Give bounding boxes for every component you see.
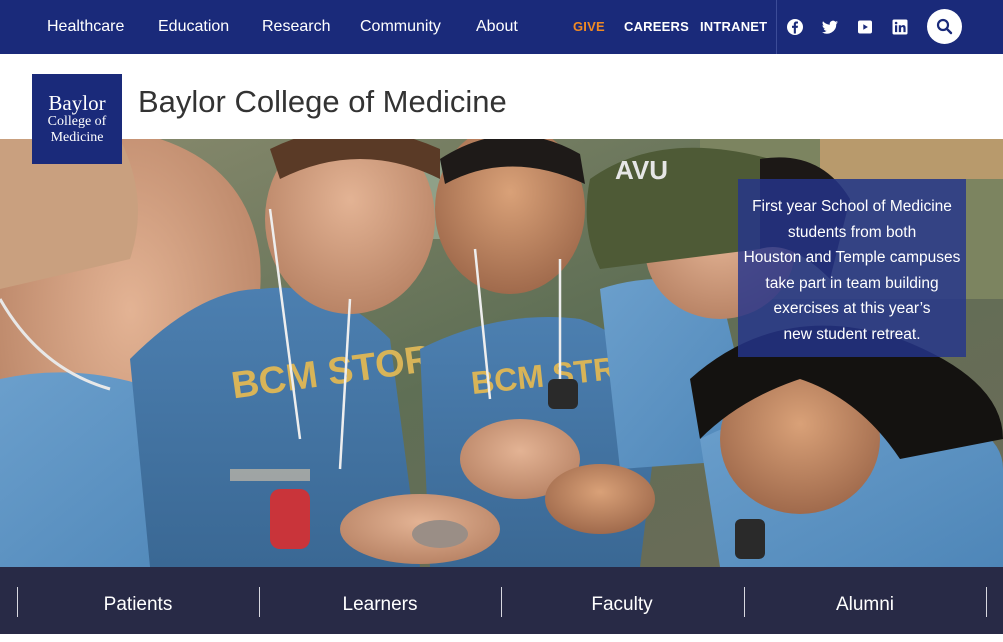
caption-line: Houston and Temple campuses xyxy=(743,249,961,267)
audience-learners[interactable]: Learners xyxy=(259,567,501,634)
hero-banner: BCM STOR BCM STR AVU First year School o… xyxy=(0,139,1003,567)
nav-about[interactable]: About xyxy=(476,17,518,37)
nav-healthcare[interactable]: Healthcare xyxy=(47,17,124,37)
caption-line: exercises at this year’s xyxy=(773,300,931,318)
twitter-icon[interactable] xyxy=(821,18,839,36)
linkedin-icon[interactable] xyxy=(891,18,909,36)
site-header: Baylor College of Medicine Baylor Colleg… xyxy=(0,54,1003,164)
caption-line: First year School of Medicine xyxy=(752,198,952,215)
careers-link[interactable]: CAREERS xyxy=(624,19,689,35)
search-button[interactable] xyxy=(927,9,962,44)
nav-education[interactable]: Education xyxy=(158,17,229,37)
intranet-link[interactable]: INTRANET xyxy=(700,19,767,35)
audience-patients[interactable]: Patients xyxy=(17,567,259,634)
caption-line: take part in team building xyxy=(765,274,939,292)
audience-navigation: Patients Learners Faculty Alumni xyxy=(0,567,1003,634)
nav-divider xyxy=(776,0,777,54)
logo-text-baylor: Baylor xyxy=(48,91,106,115)
site-title[interactable]: Baylor College of Medicine xyxy=(138,84,507,120)
svg-text:AVU: AVU xyxy=(615,155,668,185)
audience-faculty[interactable]: Faculty xyxy=(501,567,743,634)
logo-text-medicine: Medicine xyxy=(50,130,104,145)
hero-caption: First year School of Medicine students f… xyxy=(738,179,966,357)
nav-research[interactable]: Research xyxy=(262,17,330,37)
give-link[interactable]: GIVE xyxy=(573,19,605,35)
caption-line: students from both xyxy=(787,223,917,241)
caption-line: new student retreat. xyxy=(783,325,921,343)
youtube-icon[interactable] xyxy=(856,18,874,36)
audience-alumni[interactable]: Alumni xyxy=(744,567,986,634)
search-icon xyxy=(936,18,953,35)
bcm-logo[interactable]: Baylor College of Medicine xyxy=(32,74,122,164)
facebook-icon[interactable] xyxy=(786,18,804,36)
audience-divider xyxy=(986,587,987,617)
logo-text-college-of: College of xyxy=(47,114,107,129)
nav-community[interactable]: Community xyxy=(360,17,441,37)
top-navigation: Healthcare Education Research Community … xyxy=(0,0,1003,54)
